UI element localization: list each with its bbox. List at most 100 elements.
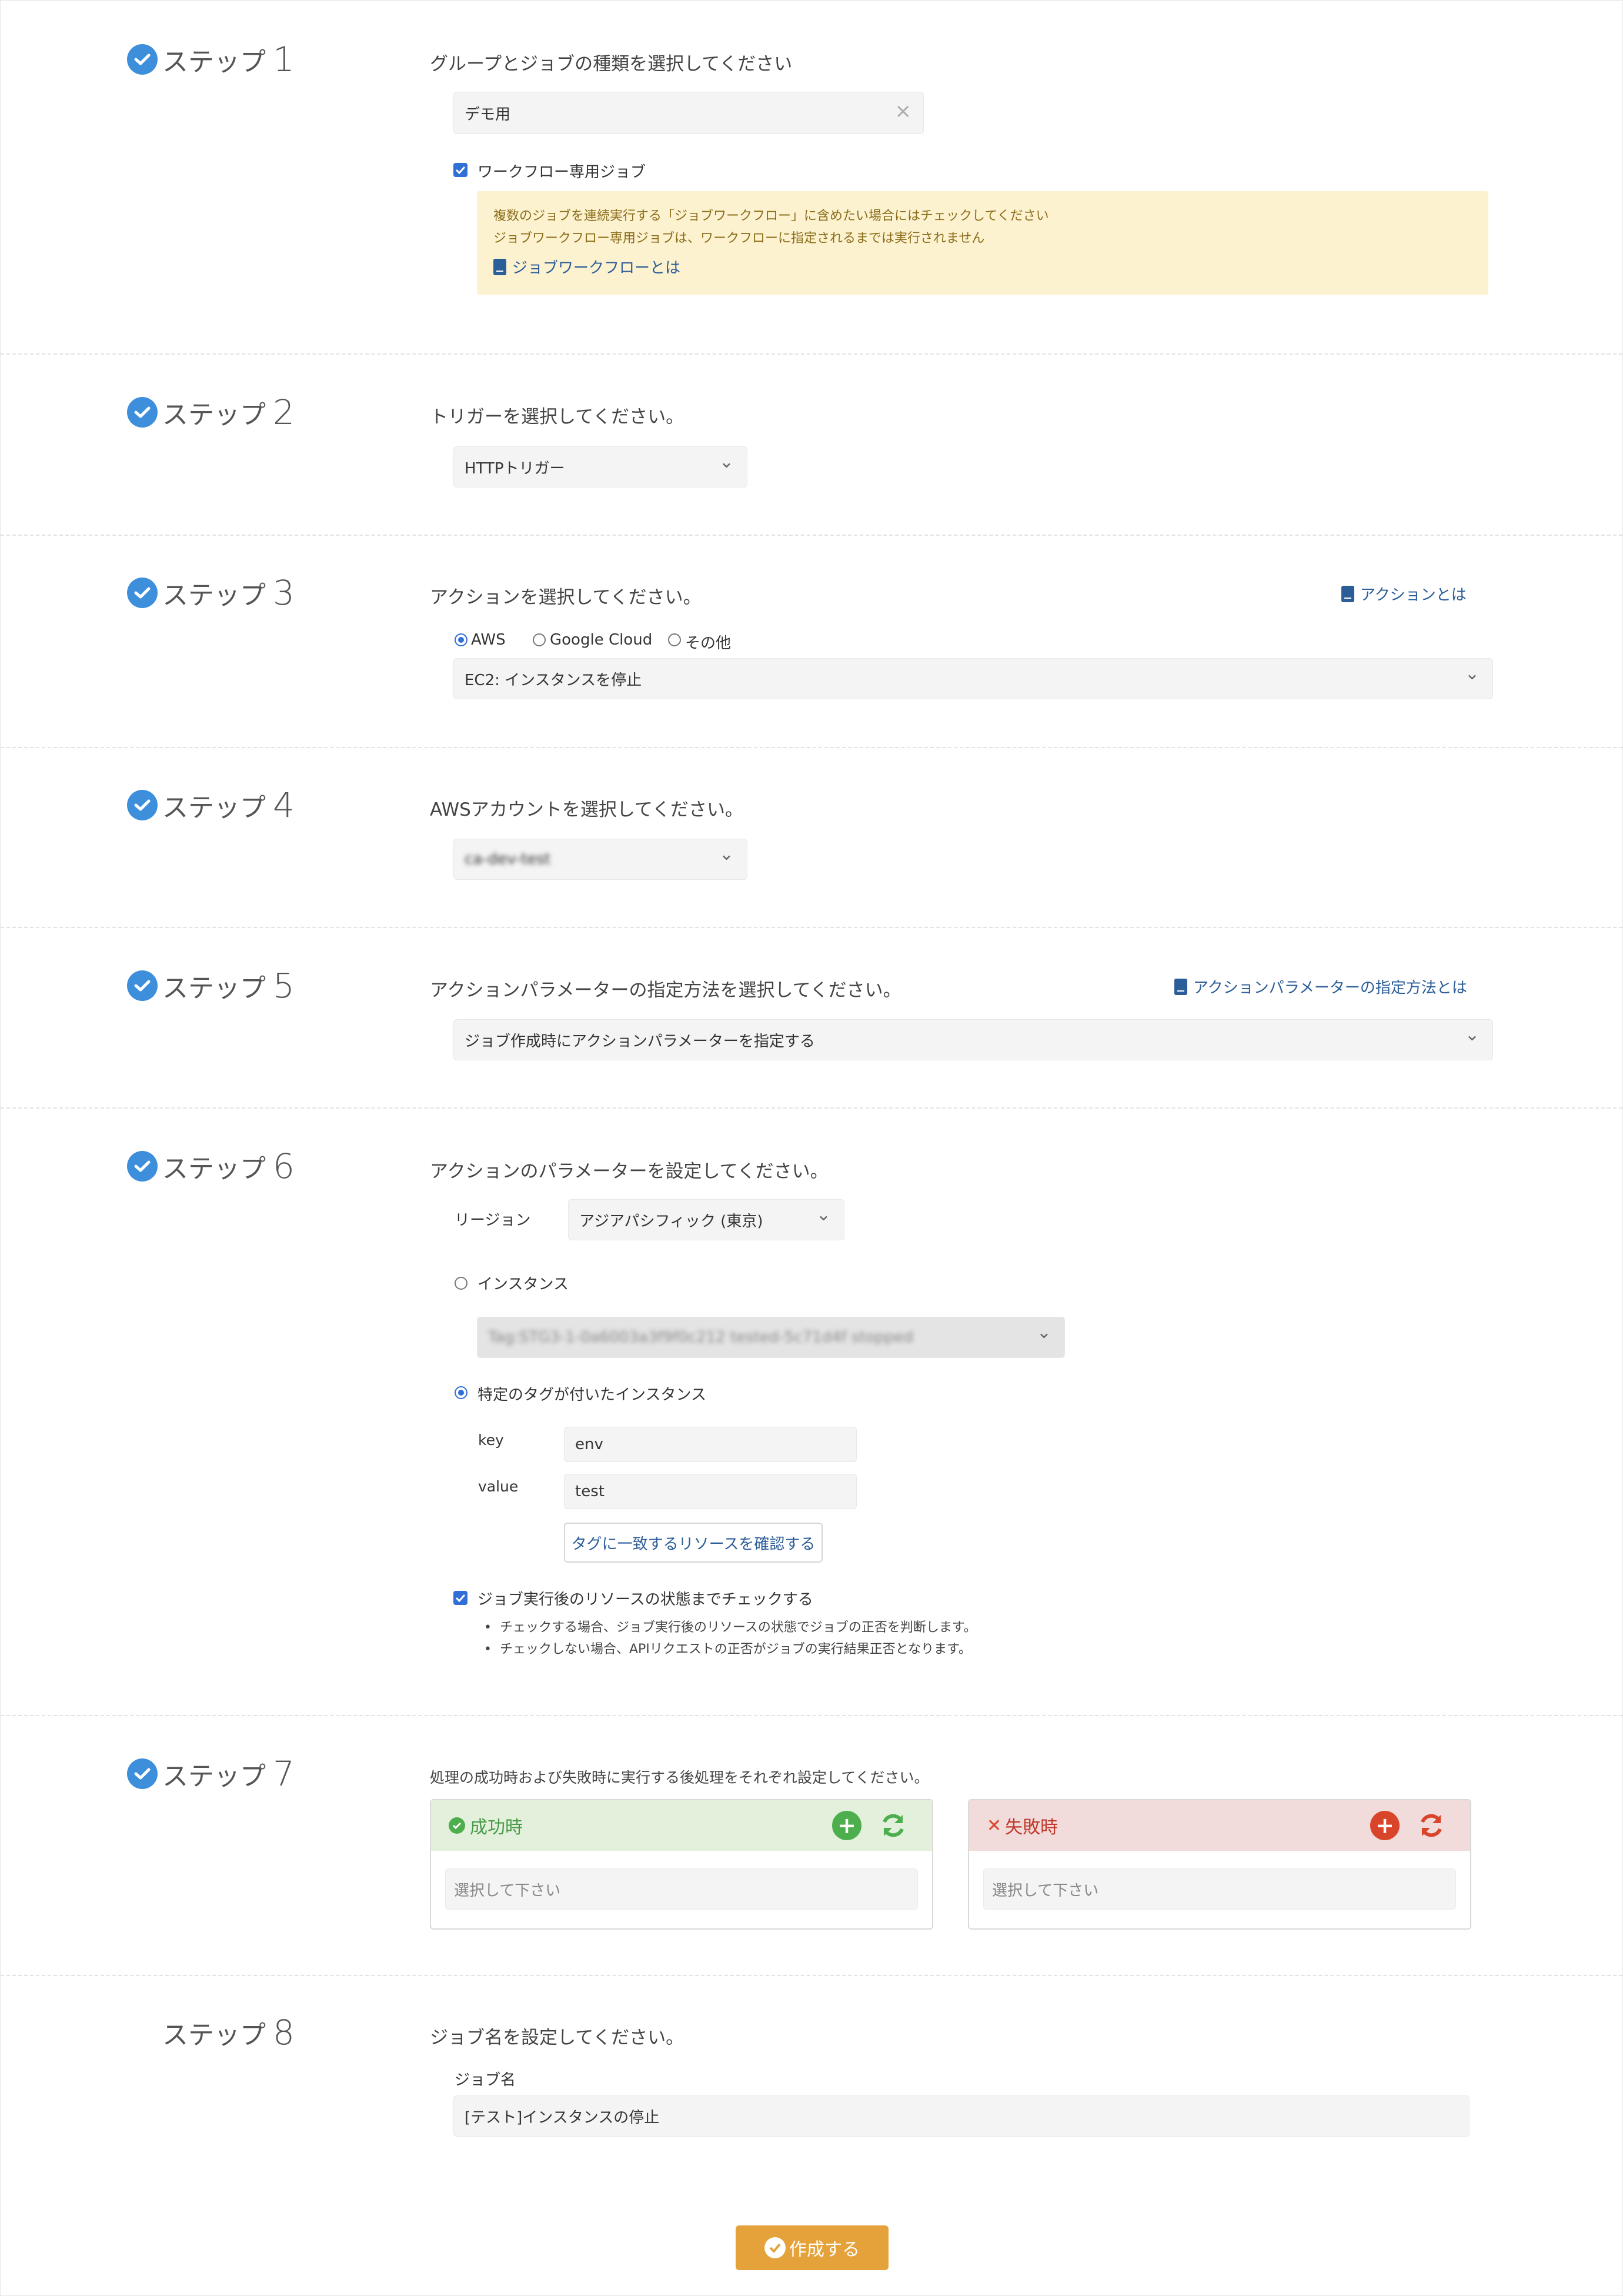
failure-x-icon: ✕ bbox=[987, 1815, 1002, 1836]
failure-panel: ✕ 失敗時 + 選択して下さい bbox=[968, 1799, 1471, 1930]
step-8-heading: ステップ 8 bbox=[162, 2012, 295, 2053]
success-action-select[interactable]: 選択して下さい bbox=[445, 1868, 918, 1910]
tag-key-input-value: env bbox=[575, 1436, 603, 1453]
create-button-label: 作成する bbox=[789, 2240, 860, 2260]
success-add-button[interactable]: + bbox=[832, 1811, 861, 1840]
parameter-method-help-link[interactable]: アクションパラメーターの指定方法とは bbox=[1174, 976, 1467, 997]
parameter-method-select[interactable]: ジョブ作成時にアクションパラメーターを指定する bbox=[453, 1019, 1493, 1060]
section-divider bbox=[1, 1715, 1622, 1716]
action-select-value: EC2: インスタンスを停止 bbox=[465, 671, 642, 689]
job-creation-form: ステップ 1 グループとジョブの種類を選択してください デモ用 × ワークフロー… bbox=[0, 0, 1623, 2296]
action-help-link[interactable]: アクションとは bbox=[1341, 583, 1467, 605]
parameter-method-select-value: ジョブ作成時にアクションパラメーターを指定する bbox=[465, 1032, 815, 1050]
notice-line: ジョブワークフロー専用ジョブは、ワークフローに指定されるまでは実行されません bbox=[493, 231, 985, 246]
success-refresh-icon[interactable] bbox=[878, 1810, 909, 1841]
notice-line: 複数のジョブを連続実行する「ジョブワークフロー」に含めたい場合にはチェックしてく… bbox=[493, 209, 1049, 223]
group-select[interactable]: デモ用 × bbox=[453, 92, 924, 134]
step-7-heading: ステップ 7 bbox=[127, 1753, 295, 1794]
tagged-instance-radio[interactable] bbox=[455, 1386, 467, 1399]
provider-radio-aws-label: AWS bbox=[471, 631, 506, 649]
check-circle-icon bbox=[127, 1151, 158, 1182]
step-label: ステップ bbox=[162, 47, 266, 77]
success-panel-title: 成功時 bbox=[470, 1817, 523, 1838]
step-number: 2 bbox=[273, 392, 295, 432]
region-label: リージョン bbox=[455, 1212, 531, 1229]
job-name-input[interactable]: [テスト]インスタンスの停止 bbox=[453, 2095, 1470, 2137]
group-select-value: デモ用 bbox=[465, 105, 511, 124]
instance-select-value: Tag:STG3-1-0a6003a3f9f0c212 tested-5c71d… bbox=[488, 1329, 914, 1346]
step-8-question: ジョブ名を設定してください。 bbox=[430, 2027, 684, 2048]
workflow-notice: 複数のジョブを連続実行する「ジョブワークフロー」に含めたい場合にはチェックしてく… bbox=[477, 191, 1488, 295]
step-number: 5 bbox=[273, 966, 295, 1006]
trigger-select[interactable]: HTTPトリガー bbox=[453, 446, 747, 488]
value-label: value bbox=[478, 1478, 519, 1495]
region-select-value: アジアパシフィック (東京) bbox=[579, 1212, 763, 1230]
instance-radio-label: インスタンス bbox=[477, 1276, 569, 1293]
aws-account-select[interactable]: ca-dev-test bbox=[453, 839, 747, 880]
step-2-heading: ステップ 2 bbox=[127, 392, 295, 433]
provider-radio-aws[interactable] bbox=[455, 633, 467, 646]
step-4-question: AWSアカウントを選択してください。 bbox=[430, 799, 743, 820]
info-bullet: • チェックする場合、ジョブ実行後のリソースの状態でジョブの正否を判断します。 bbox=[484, 1620, 977, 1635]
step-2-question: トリガーを選択してください。 bbox=[430, 406, 684, 428]
step-5-heading: ステップ 5 bbox=[127, 965, 295, 1006]
failure-add-button[interactable]: + bbox=[1370, 1811, 1400, 1840]
step-number: 1 bbox=[273, 39, 295, 79]
instance-select[interactable]: Tag:STG3-1-0a6003a3f9f0c212 tested-5c71d… bbox=[477, 1317, 1065, 1358]
info-bullet: • チェックしない場合、APIリクエストの正否がジョブの実行結果正否となります。 bbox=[484, 1642, 971, 1657]
workflow-checkbox[interactable] bbox=[453, 163, 467, 177]
step-label: ステップ bbox=[162, 580, 266, 610]
provider-radio-other[interactable] bbox=[668, 633, 681, 646]
action-select[interactable]: EC2: インスタンスを停止 bbox=[453, 658, 1493, 699]
check-after-run-checkbox[interactable] bbox=[453, 1591, 467, 1605]
workflow-checkbox-label: ワークフロー専用ジョブ bbox=[477, 163, 646, 181]
check-circle-icon bbox=[127, 1758, 158, 1789]
trigger-select-value: HTTPトリガー bbox=[465, 459, 565, 478]
job-name-input-value: [テスト]インスタンスの停止 bbox=[465, 2108, 660, 2127]
failure-panel-header: ✕ 失敗時 + bbox=[969, 1800, 1470, 1851]
action-help-link-text: アクションとは bbox=[1360, 586, 1467, 604]
book-icon bbox=[1341, 585, 1354, 602]
provider-radio-other-label: その他 bbox=[685, 635, 732, 652]
failure-refresh-icon[interactable] bbox=[1416, 1810, 1447, 1841]
step-label: ステップ bbox=[162, 2020, 266, 2050]
info-bullet-text: チェックしない場合、APIリクエストの正否がジョブの実行結果正否となります。 bbox=[499, 1642, 971, 1657]
region-select[interactable]: アジアパシフィック (東京) bbox=[568, 1199, 844, 1240]
provider-radio-gcp-label: Google Cloud bbox=[550, 631, 653, 649]
confirm-matching-resources-button[interactable]: タグに一致するリソースを確認する bbox=[564, 1523, 823, 1563]
step-label: ステップ bbox=[162, 973, 266, 1003]
book-icon bbox=[493, 258, 506, 275]
check-circle-icon bbox=[764, 2237, 786, 2258]
step-7-question: 処理の成功時および失敗時に実行する後処理をそれぞれ設定してください。 bbox=[430, 1769, 929, 1786]
tag-key-input[interactable]: env bbox=[564, 1427, 857, 1462]
failure-panel-title: 失敗時 bbox=[1005, 1817, 1058, 1838]
section-divider bbox=[1, 747, 1622, 748]
success-check-icon bbox=[449, 1817, 465, 1834]
check-circle-icon bbox=[127, 790, 158, 820]
create-button[interactable]: 作成する bbox=[736, 2225, 889, 2270]
step-number: 3 bbox=[273, 573, 295, 613]
instance-radio[interactable] bbox=[455, 1277, 467, 1290]
section-divider bbox=[1, 1107, 1622, 1109]
check-circle-icon bbox=[127, 397, 158, 428]
workflow-help-link[interactable]: ジョブワークフローとは bbox=[493, 256, 680, 278]
check-circle-icon bbox=[127, 44, 158, 75]
step-1-question: グループとジョブの種類を選択してください bbox=[430, 54, 793, 75]
failure-action-select[interactable]: 選択して下さい bbox=[983, 1868, 1456, 1910]
book-icon bbox=[1174, 978, 1187, 995]
provider-radio-gcp[interactable] bbox=[533, 633, 546, 646]
section-divider bbox=[1, 927, 1622, 928]
step-1-heading: ステップ 1 bbox=[127, 39, 295, 80]
step-6-heading: ステップ 6 bbox=[127, 1146, 295, 1187]
step-number: 6 bbox=[273, 1146, 295, 1186]
tagged-instance-radio-label: 特定のタグが付いたインスタンス bbox=[477, 1386, 706, 1404]
aws-account-select-value: ca-dev-test bbox=[465, 850, 551, 868]
tag-value-input[interactable]: test bbox=[564, 1474, 857, 1509]
clear-icon[interactable]: × bbox=[895, 99, 912, 123]
step-label: ステップ bbox=[162, 1154, 266, 1184]
section-divider bbox=[1, 353, 1622, 355]
step-3-heading: ステップ 3 bbox=[127, 572, 295, 613]
step-number: 8 bbox=[273, 2013, 295, 2053]
key-label: key bbox=[478, 1431, 504, 1449]
step-4-heading: ステップ 4 bbox=[127, 785, 295, 826]
